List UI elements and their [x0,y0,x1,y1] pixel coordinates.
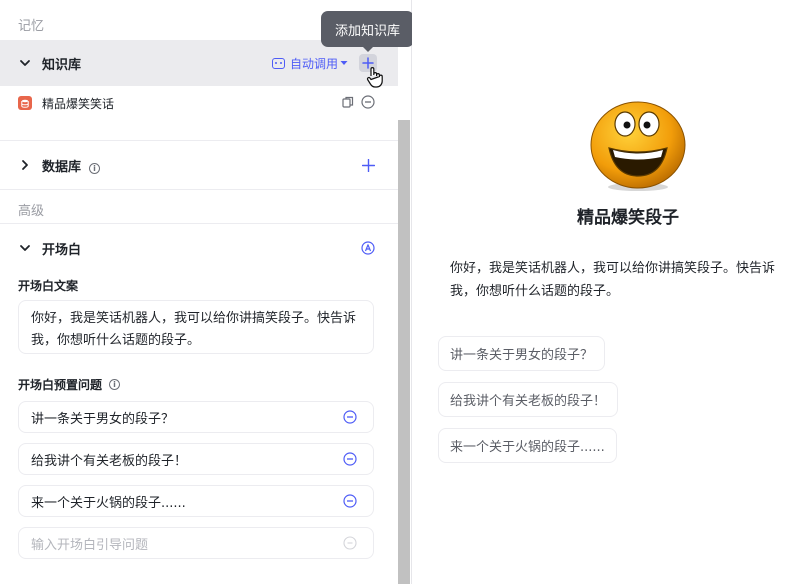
ai-generate-icon[interactable] [361,241,375,255]
opening-title: 开场白 [42,242,82,258]
memory-section-label: 记忆 [18,19,45,34]
preset-question-row[interactable]: 给我讲个有关老板的段子！ [18,443,374,475]
database-title: 数据库 i [42,156,101,175]
divider [0,189,398,190]
new-question-input[interactable]: 输入开场白引导问题 [18,527,374,559]
robot-icon [272,57,285,69]
plus-icon [361,158,375,172]
suggested-question[interactable]: 讲一条关于男女的段子？ [438,336,606,371]
preset-questions-label: 开场白预置问题 i [18,376,121,393]
config-panel: 记忆 知识库 自动调用 添加知识库 精品爆笑笑话 数据库 i 高级 开场白 开场… [0,0,414,584]
chevron-down-icon[interactable] [18,241,32,255]
chevron-down-icon[interactable] [18,56,32,70]
advanced-section-label: 高级 [18,204,45,219]
knowledge-item[interactable]: 精品爆笑笑话 [18,93,378,113]
smiley-avatar-icon [590,101,686,191]
add-knowledge-tooltip: 添加知识库 [321,11,414,52]
preview-panel: 精品爆笑段子 你好，我是笑话机器人，我可以给你讲搞笑段子。快告诉 我，你想听什么… [412,0,793,584]
opening-group-header[interactable]: 开场白 [0,225,398,271]
info-icon[interactable]: i [89,162,101,174]
add-database-button[interactable] [359,156,377,174]
auto-call-label: 自动调用 [290,56,339,71]
preset-question-text: 讲一条关于男女的段子？ [31,411,175,427]
suggested-question[interactable]: 来一个关于火锅的段子...... [438,428,617,463]
chevron-right-icon[interactable] [18,158,32,172]
opening-text-input[interactable]: 你好，我是笑话机器人，我可以给你讲搞笑段子。快告诉我，你想听什么话题的段子。 [18,300,374,354]
database-group-header[interactable]: 数据库 i [0,142,398,188]
preset-question-text: 给我讲个有关老板的段子！ [31,453,188,469]
remove-circle-icon[interactable] [343,494,357,508]
preset-question-row[interactable]: 来一个关于火锅的段子...... [18,485,374,517]
database-icon [18,96,32,110]
knowledge-item-name: 精品爆笑笑话 [42,96,115,111]
info-icon[interactable]: i [109,379,121,390]
preset-question-row[interactable]: 讲一条关于男女的段子？ [18,401,374,433]
new-question-placeholder: 输入开场白引导问题 [31,537,149,553]
preset-question-text: 来一个关于火锅的段子...... [31,495,186,511]
scrollbar[interactable] [398,120,410,584]
copy-icon[interactable] [342,96,354,108]
bot-name: 精品爆笑段子 [577,208,679,228]
caret-down-icon [340,61,348,65]
divider [0,140,398,141]
knowledge-title: 知识库 [42,57,82,73]
greeting-message: 你好，我是笑话机器人，我可以给你讲搞笑段子。快告诉 我，你想听什么话题的段子。 [450,261,776,299]
remove-circle-icon[interactable] [343,452,357,466]
hand-cursor-icon [366,67,383,88]
suggested-question[interactable]: 给我讲个有关老板的段子！ [438,382,619,417]
remove-circle-icon [343,536,357,550]
remove-circle-icon[interactable] [361,95,375,109]
remove-circle-icon[interactable] [343,410,357,424]
divider [0,223,398,224]
opening-text-label: 开场白文案 [18,279,79,293]
